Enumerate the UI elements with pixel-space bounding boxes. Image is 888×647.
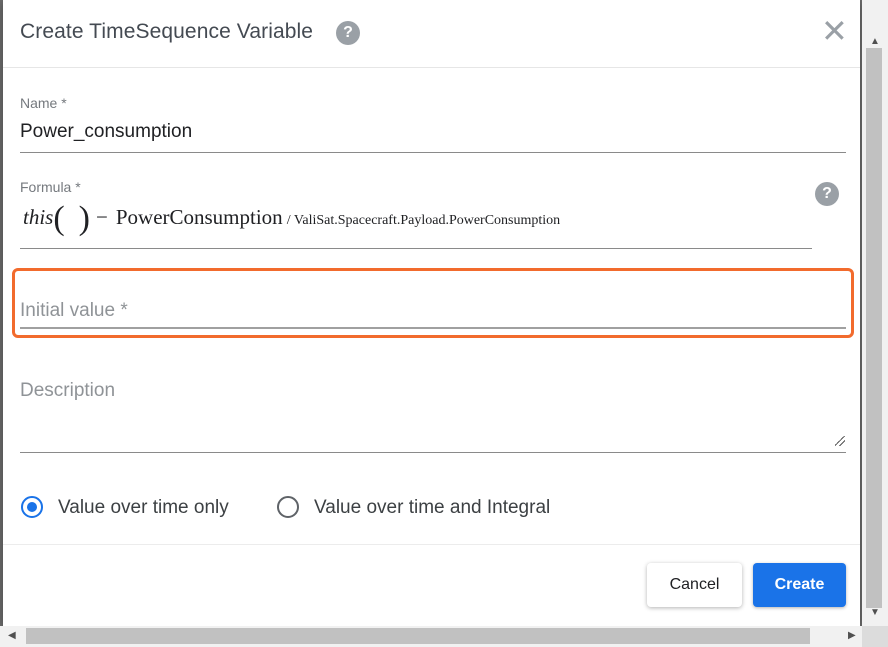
name-input[interactable]: Power_consumption bbox=[20, 121, 192, 143]
scroll-up-icon[interactable]: ▲ bbox=[870, 36, 880, 47]
formula-minus: − bbox=[96, 205, 108, 229]
create-button[interactable]: Create bbox=[753, 563, 846, 607]
formula-variable-name: PowerConsumption bbox=[115, 205, 283, 229]
help-icon[interactable]: ? bbox=[336, 21, 360, 45]
scroll-right-icon[interactable]: ▶ bbox=[848, 630, 856, 641]
scroll-down-icon[interactable]: ▼ bbox=[870, 607, 880, 618]
resize-handle[interactable] bbox=[835, 436, 845, 446]
radio-value-over-time[interactable] bbox=[21, 496, 43, 518]
formula-this: this bbox=[23, 205, 54, 229]
vertical-scroll-thumb[interactable] bbox=[866, 48, 882, 608]
horizontal-scroll-thumb[interactable] bbox=[26, 628, 810, 644]
radio-value-over-time-label[interactable]: Value over time only bbox=[58, 497, 229, 519]
scroll-left-icon[interactable]: ◀ bbox=[8, 630, 16, 641]
formula-label: Formula * bbox=[20, 179, 81, 195]
dialog-header: Create TimeSequence Variable ? ✕ bbox=[3, 0, 860, 68]
formula-help-icon[interactable]: ? bbox=[815, 182, 839, 206]
scrollbar-corner bbox=[862, 626, 888, 647]
footer-divider bbox=[3, 544, 860, 545]
cancel-button[interactable]: Cancel bbox=[647, 563, 742, 607]
radio-value-and-integral[interactable] bbox=[277, 496, 299, 518]
formula-path: / ValiSat.Spacecraft.Payload.PowerConsum… bbox=[286, 213, 561, 228]
close-icon[interactable]: ✕ bbox=[821, 15, 848, 47]
name-underline bbox=[20, 152, 846, 153]
name-label: Name * bbox=[20, 95, 67, 111]
formula-underline bbox=[20, 248, 812, 249]
description-underline bbox=[20, 452, 846, 453]
description-input[interactable]: Description bbox=[20, 380, 115, 402]
formula-input[interactable]: this() − PowerConsumption / ValiSat.Spacec… bbox=[23, 200, 560, 238]
formula-close-paren: ) bbox=[78, 200, 90, 237]
dialog-title: Create TimeSequence Variable bbox=[20, 20, 314, 43]
formula-open-paren: ( bbox=[53, 200, 65, 237]
radio-value-and-integral-label[interactable]: Value over time and Integral bbox=[314, 497, 550, 519]
initial-value-highlight bbox=[12, 268, 854, 338]
